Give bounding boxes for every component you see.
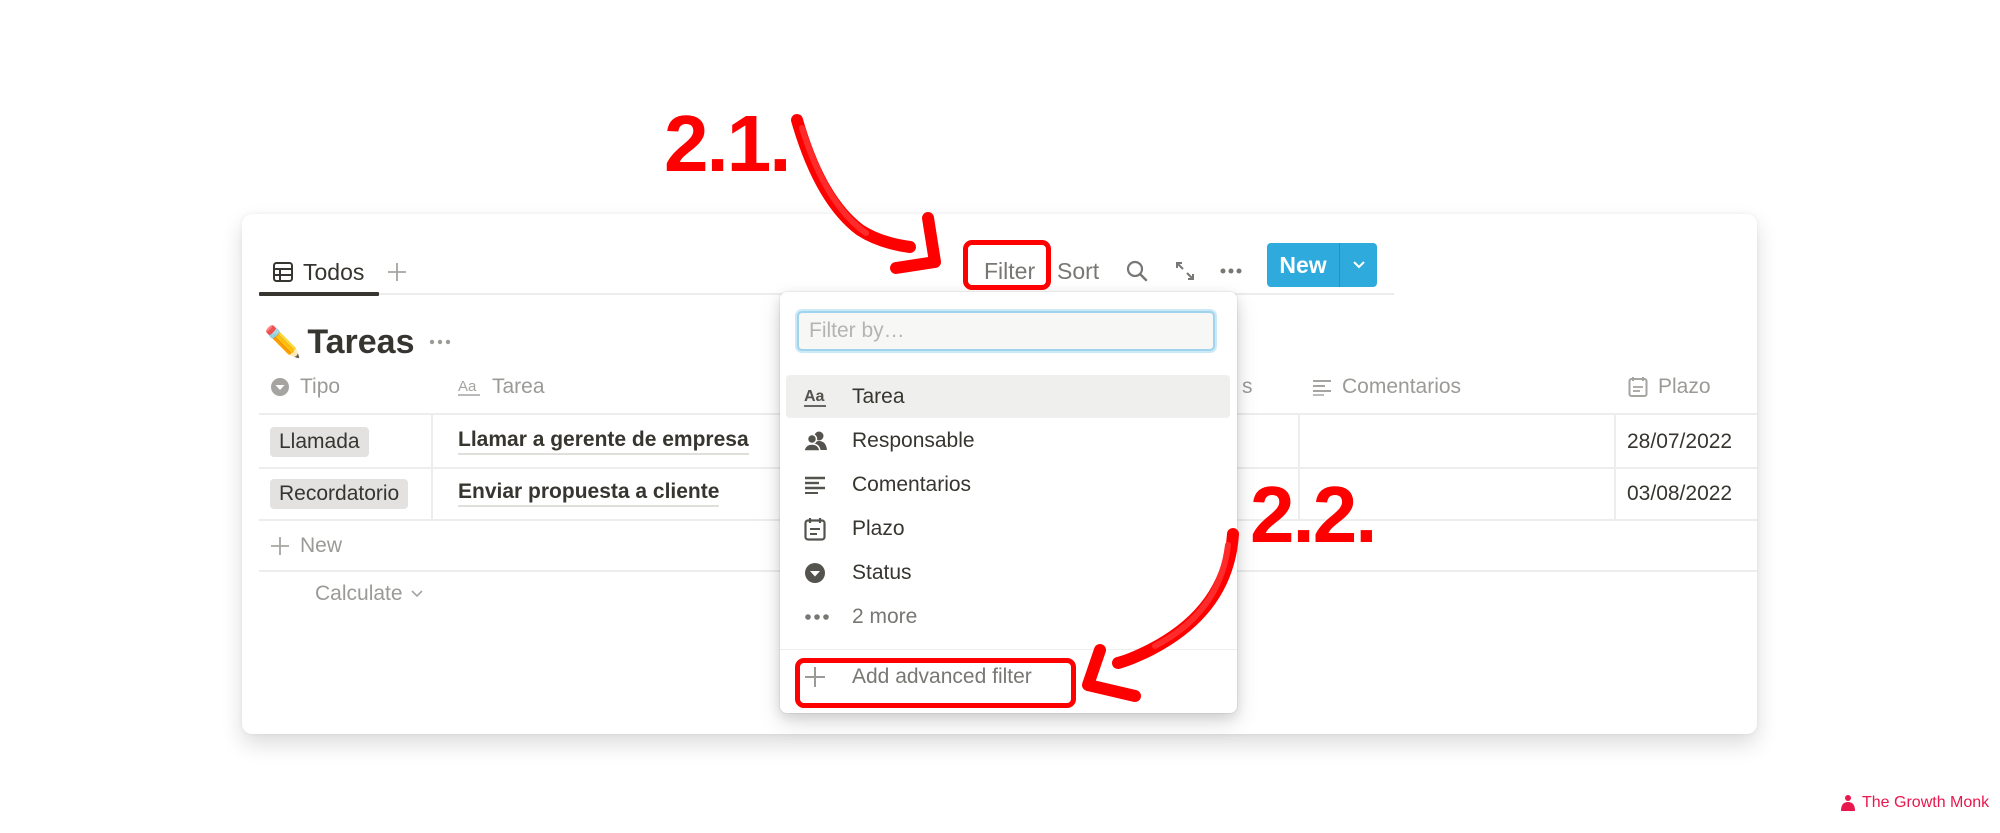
arrow-2-1-icon <box>791 114 941 274</box>
monk-logo-icon <box>1841 795 1855 811</box>
watermark-text: The Growth Monk <box>1862 794 1990 811</box>
arrow-2-2-icon <box>1082 528 1239 702</box>
watermark: The Growth Monk <box>1840 794 1989 812</box>
annotation-arrows <box>791 114 1239 702</box>
